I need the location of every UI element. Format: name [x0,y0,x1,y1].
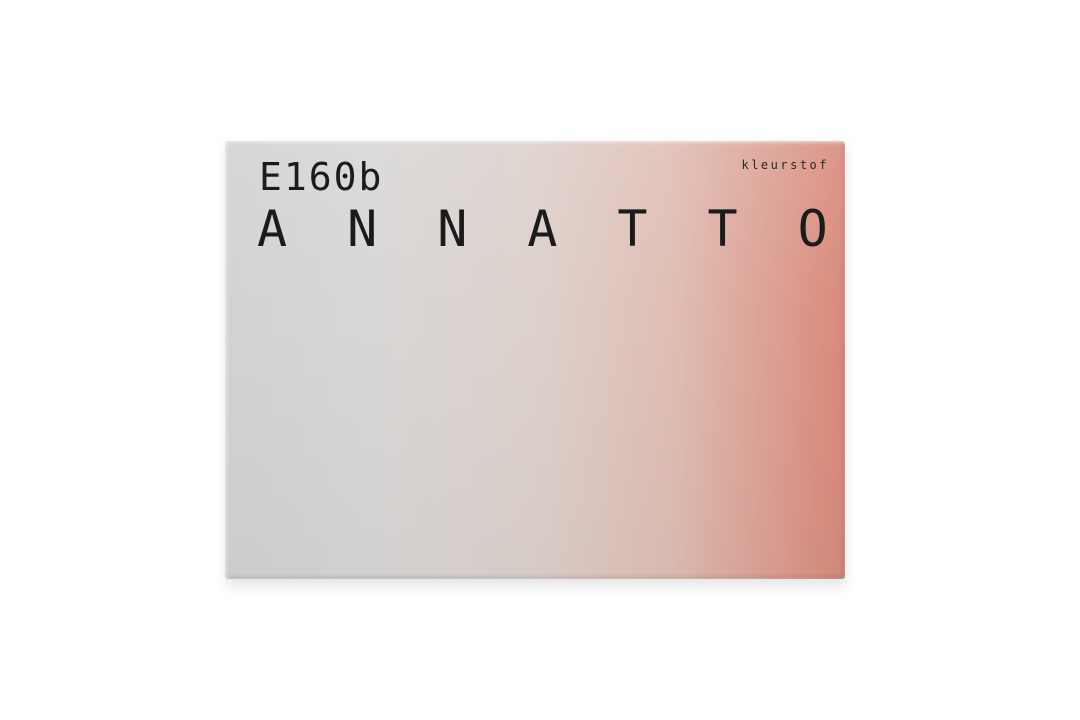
brand-label: kleurstof [741,158,829,172]
annatto-card: E160b ANNATTO kleurstof [225,141,845,579]
stage: E160b ANNATTO kleurstof [0,0,1080,720]
e-number-code: E160b [259,155,384,199]
colorant-name: ANNATTO [257,200,845,258]
